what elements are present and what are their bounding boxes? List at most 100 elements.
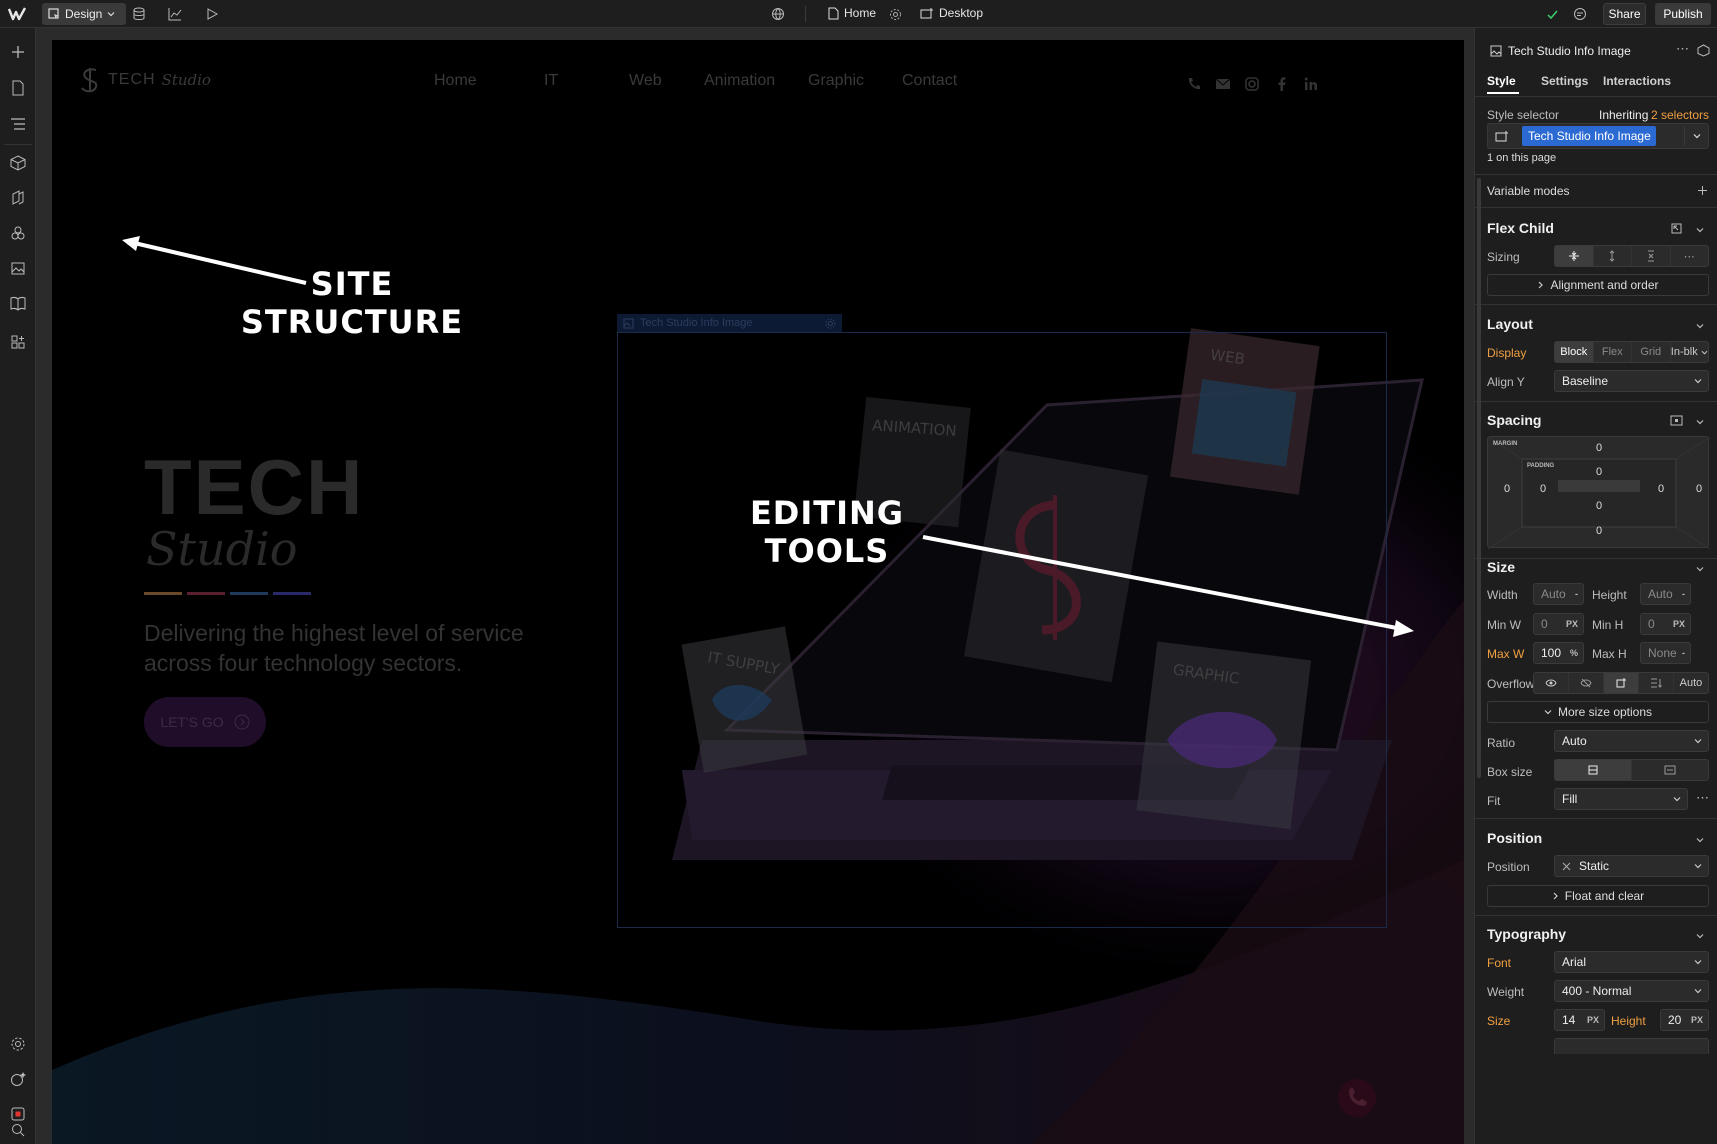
share-button[interactable]: Share [1603,3,1646,25]
max-width-unit[interactable]: % [1570,648,1578,658]
settings-gear-icon[interactable] [8,1034,28,1054]
max-height-input[interactable]: None - [1640,642,1691,664]
fit-select[interactable]: Fill [1554,788,1688,810]
selector-chip[interactable]: Tech Studio Info Image [1522,126,1656,146]
inheriting-selectors-link[interactable]: 2 selectors [1651,108,1709,122]
cms-book-icon[interactable] [8,293,28,313]
min-height-input[interactable]: 0 PX [1640,613,1691,635]
display-flex-option[interactable]: Flex [1594,342,1632,362]
padding-bottom-value[interactable]: 0 [1596,500,1602,512]
overflow-auto-option[interactable]: Auto [1674,673,1708,693]
width-input[interactable]: Auto - [1533,583,1584,605]
navigator-icon[interactable] [8,114,28,134]
alignment-order-button[interactable]: Alignment and order [1487,274,1709,296]
line-height-unit[interactable]: PX [1691,1015,1703,1025]
width-unit[interactable]: - [1575,589,1578,599]
fit-more-icon[interactable]: ⋯ [1696,790,1709,806]
chevron-down-icon [1694,960,1702,965]
display-grid-option[interactable]: Grid [1632,342,1671,362]
min-height-unit[interactable]: PX [1673,619,1685,629]
next-row-field[interactable] [1554,1038,1709,1054]
add-variable-mode-icon[interactable] [1697,185,1708,196]
cms-database-icon[interactable] [131,6,147,22]
padding-right-value[interactable]: 0 [1658,483,1664,495]
breakpoint-selector[interactable]: Desktop [920,6,983,20]
spacing-preset-icon[interactable] [1670,414,1683,427]
sizing-grow-option[interactable] [1594,246,1632,266]
flex-child-settings-icon[interactable] [1671,223,1682,234]
min-width-input[interactable]: 0 PX [1533,613,1584,635]
padding-top-value[interactable]: 0 [1596,466,1602,478]
add-elements-icon[interactable] [8,42,28,62]
font-size-input[interactable]: 14 PX [1554,1009,1605,1031]
max-width-input[interactable]: 100% [1533,642,1584,664]
display-block-option[interactable]: Block [1555,342,1594,362]
chevron-down-icon[interactable] [1695,564,1705,574]
align-y-select[interactable]: Baseline [1554,370,1709,392]
overflow-visible-option[interactable] [1534,673,1569,693]
page-selector[interactable]: Home [828,6,876,20]
padding-left-value[interactable]: 0 [1540,483,1546,495]
tab-style[interactable]: Style [1487,74,1516,88]
sizing-shrink-option[interactable] [1555,246,1594,266]
ratio-select[interactable]: Auto [1554,730,1709,752]
height-unit[interactable]: - [1682,589,1685,599]
box-size-segmented-control[interactable] [1554,759,1709,781]
comment-icon[interactable] [1572,6,1588,22]
globe-icon[interactable] [770,6,786,22]
selector-dropdown[interactable] [1684,126,1708,146]
pages-icon[interactable] [8,78,28,98]
sizing-none-option[interactable] [1632,246,1671,266]
margin-left-value[interactable]: 0 [1504,483,1510,495]
display-inline-block-option[interactable]: In-blk [1671,342,1709,362]
page-settings-gear-icon[interactable] [887,6,903,22]
panel-scrollbar[interactable] [1477,178,1481,778]
float-clear-button[interactable]: Float and clear [1487,885,1709,907]
chevron-down-icon[interactable] [1695,225,1705,235]
overflow-auto-icon-option[interactable] [1639,673,1674,693]
sizing-segmented-control[interactable]: ⋯ [1554,245,1709,267]
webflow-logo-icon[interactable] [8,6,28,22]
search-icon[interactable] [8,1120,28,1140]
chevron-down-icon[interactable] [1695,321,1705,331]
help-sparkle-icon[interactable] [8,1069,28,1089]
box-size-content-option[interactable] [1632,760,1708,780]
assets-image-icon[interactable] [8,258,28,278]
box-size-border-option[interactable] [1555,760,1632,780]
publish-button[interactable]: Publish [1655,3,1711,25]
analytics-icon[interactable] [167,6,183,22]
min-width-unit[interactable]: PX [1566,619,1578,629]
styles-droplets-icon[interactable] [8,223,28,243]
variables-icon[interactable] [8,188,28,208]
preview-play-icon[interactable] [204,6,220,22]
box-model-editor[interactable]: MARGIN PADDING 0 0 0 0 0 0 0 0 [1487,436,1710,549]
display-segmented-control[interactable]: Block Flex Grid In-blk [1554,341,1709,363]
overflow-hidden-option[interactable] [1569,673,1604,693]
more-size-options-button[interactable]: More size options [1487,701,1709,723]
apps-icon[interactable] [8,332,28,352]
chevron-down-icon[interactable] [1695,835,1705,845]
height-input[interactable]: Auto - [1640,583,1691,605]
chevron-down-icon[interactable] [1695,417,1705,427]
more-options-icon[interactable]: ⋯ [1676,41,1689,57]
tab-interactions[interactable]: Interactions [1603,74,1671,88]
sizing-more-option[interactable]: ⋯ [1671,246,1709,266]
design-mode-button[interactable]: Design [42,3,126,25]
selector-field[interactable]: Tech Studio Info Image [1487,123,1709,149]
position-select[interactable]: Static [1554,855,1709,877]
margin-top-value[interactable]: 0 [1596,442,1602,454]
margin-bottom-value[interactable]: 0 [1596,525,1602,537]
max-height-unit[interactable]: - [1682,648,1685,658]
tab-settings[interactable]: Settings [1541,74,1588,88]
margin-right-value[interactable]: 0 [1696,483,1702,495]
design-canvas[interactable]: ANIMATION WEB IT SUPPLY GRAPHIC TECH Stu… [52,40,1464,1144]
line-height-input[interactable]: 20 PX [1660,1009,1709,1031]
font-size-unit[interactable]: PX [1587,1015,1599,1025]
chevron-down-icon[interactable] [1695,931,1705,941]
components-cube-icon[interactable] [8,153,28,173]
overflow-scroll-option[interactable] [1604,673,1639,693]
component-icon[interactable] [1697,44,1710,57]
weight-select[interactable]: 400 - Normal [1554,980,1709,1002]
overflow-segmented-control[interactable]: Auto [1533,672,1709,694]
font-select[interactable]: Arial [1554,951,1709,973]
